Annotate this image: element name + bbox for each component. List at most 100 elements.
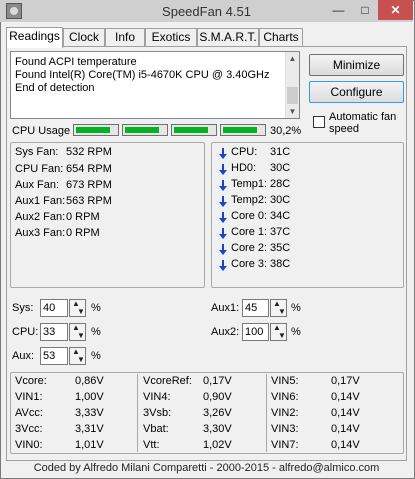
spin-down-icon[interactable]: ▼ (278, 308, 286, 316)
voltage-label: VIN5: (271, 375, 299, 387)
aux1-speed-unit: % (291, 302, 301, 314)
temp-value: 28C (270, 178, 291, 190)
cpu-core-usage-fill (76, 127, 110, 133)
tab-clock[interactable]: Clock (63, 28, 105, 47)
aux2-speed-input[interactable]: 100 (242, 323, 269, 341)
aux-speed-input[interactable]: 53 (40, 347, 68, 365)
fan-value: 654 RPM (66, 163, 112, 175)
trend-down-arrow-icon (219, 164, 228, 176)
spin-down-icon[interactable]: ▼ (77, 308, 85, 316)
voltage-label: VcoreRef: (143, 375, 192, 387)
trend-down-arrow-icon (219, 148, 228, 160)
temp-label: Temp2: (231, 194, 268, 206)
voltage-label: Vbat: (143, 423, 169, 435)
aux1-speed-input[interactable]: 45 (242, 299, 269, 317)
cpu-core-usage-fill (174, 127, 208, 133)
cpu-speed-label: CPU: (12, 326, 39, 338)
voltage-value: 3,26V (203, 407, 232, 419)
voltage-label: VIN7: (271, 439, 299, 451)
aux-speed-unit: % (91, 350, 101, 362)
temp-label: Core 1: (231, 226, 268, 238)
cpu-core-usage-bar (73, 124, 119, 136)
temp-label: Core 0: (231, 210, 268, 222)
trend-down-arrow-icon (219, 180, 228, 192)
fan-value: 673 RPM (66, 179, 112, 191)
fan-value: 532 RPM (66, 146, 112, 158)
automatic-fan-speed-checkbox[interactable] (313, 116, 325, 128)
voltage-label: Vcore: (15, 375, 47, 387)
voltage-value: 0,17V (203, 375, 232, 387)
voltage-label: 3Vsb: (143, 407, 172, 419)
voltage-value: 3,30V (203, 423, 232, 435)
fan-value: 0 RPM (66, 211, 100, 223)
sys-speed-input[interactable]: 40 (40, 299, 68, 317)
cpu-core-usage-bar (122, 124, 168, 136)
sys-speed-label: Sys: (12, 302, 34, 314)
trend-down-arrow-icon (219, 212, 228, 224)
fan-label: Aux Fan: (15, 179, 60, 191)
spin-down-icon[interactable]: ▼ (77, 356, 85, 364)
voltage-value: 0,14V (331, 423, 360, 435)
log-scrollbar[interactable]: ▲ ▼ (285, 52, 299, 118)
temp-label: Temp1: (231, 178, 268, 190)
voltage-value: 0,14V (331, 439, 360, 451)
voltage-label: Vtt: (143, 439, 160, 451)
tab-charts[interactable]: Charts (259, 28, 303, 47)
voltage-label: AVcc: (15, 407, 43, 419)
aux1-speed-spinner[interactable]: ▲ ▼ (270, 299, 287, 317)
tab-exotics[interactable]: Exotics (145, 28, 197, 47)
cpu-speed-input[interactable]: 33 (40, 323, 68, 341)
aux-speed-spinner[interactable]: ▲ ▼ (69, 347, 86, 365)
cpu-core-usage-fill (223, 127, 257, 133)
window-maximize-button[interactable]: □ (352, 0, 378, 20)
cpu-speed-spinner[interactable]: ▲ ▼ (69, 323, 86, 341)
tab-info[interactable]: Info (105, 28, 145, 47)
tab-readings[interactable]: Readings (6, 27, 63, 48)
temp-value: 30C (270, 194, 291, 206)
cpu-core-usage-bar (171, 124, 217, 136)
voltage-value: 3,33V (75, 407, 104, 419)
scroll-thumb[interactable] (287, 87, 298, 104)
spin-down-icon[interactable]: ▼ (77, 332, 85, 340)
log-line: Found ACPI temperature (15, 56, 137, 68)
configure-button[interactable]: Configure (309, 81, 404, 103)
aux2-speed-spinner[interactable]: ▲ ▼ (270, 323, 287, 341)
automatic-fan-speed-label: Automatic fan speed (329, 111, 397, 135)
voltage-label: VIN3: (271, 423, 299, 435)
title-bar[interactable]: SpeedFan 4.51 — □ ✕ (0, 0, 413, 22)
tab-smart[interactable]: S.M.A.R.T. (197, 28, 259, 47)
temp-label: HD0: (231, 162, 257, 174)
window-minimize-button[interactable]: — (325, 0, 352, 20)
trend-down-arrow-icon (219, 244, 228, 256)
temp-value: 38C (270, 258, 291, 270)
trend-down-arrow-icon (219, 228, 228, 240)
spin-down-icon[interactable]: ▼ (278, 332, 286, 340)
voltage-label: 3Vcc: (15, 423, 43, 435)
minimize-button[interactable]: Minimize (309, 54, 404, 76)
trend-down-arrow-icon (219, 260, 228, 272)
fan-label: Aux2 Fan: (15, 211, 66, 223)
sys-speed-unit: % (91, 302, 101, 314)
status-bar-credits: Coded by Alfredo Milani Comparetti - 200… (33, 462, 380, 474)
sys-speed-spinner[interactable]: ▲ ▼ (69, 299, 86, 317)
scroll-down-arrow-icon[interactable]: ▼ (286, 105, 299, 118)
aux2-speed-unit: % (291, 326, 301, 338)
log-line: End of detection (15, 82, 95, 94)
aux1-speed-label: Aux1: (211, 302, 240, 314)
window-close-button[interactable]: ✕ (378, 0, 413, 20)
cpu-usage-label: CPU Usage (12, 125, 71, 137)
tab-strip: Readings Clock Info Exotics S.M.A.R.T. C… (6, 27, 406, 48)
voltage-value: 1,02V (203, 439, 232, 451)
cpu-core-usage-bar (220, 124, 266, 136)
fan-label: Aux3 Fan: (15, 227, 66, 239)
cpu-core-usage-fill (125, 127, 159, 133)
temp-value: 35C (270, 242, 291, 254)
temp-value: 31C (270, 146, 291, 158)
detection-log[interactable]: Found ACPI temperature Found Intel(R) Co… (10, 51, 300, 119)
fan-label: Sys Fan: (15, 146, 59, 158)
voltage-value: 3,31V (75, 423, 104, 435)
scroll-up-arrow-icon[interactable]: ▲ (286, 52, 299, 65)
voltage-label: VIN4: (143, 391, 171, 403)
fan-label: Aux1 Fan: (15, 195, 66, 207)
temp-label: Core 3: (231, 258, 268, 270)
